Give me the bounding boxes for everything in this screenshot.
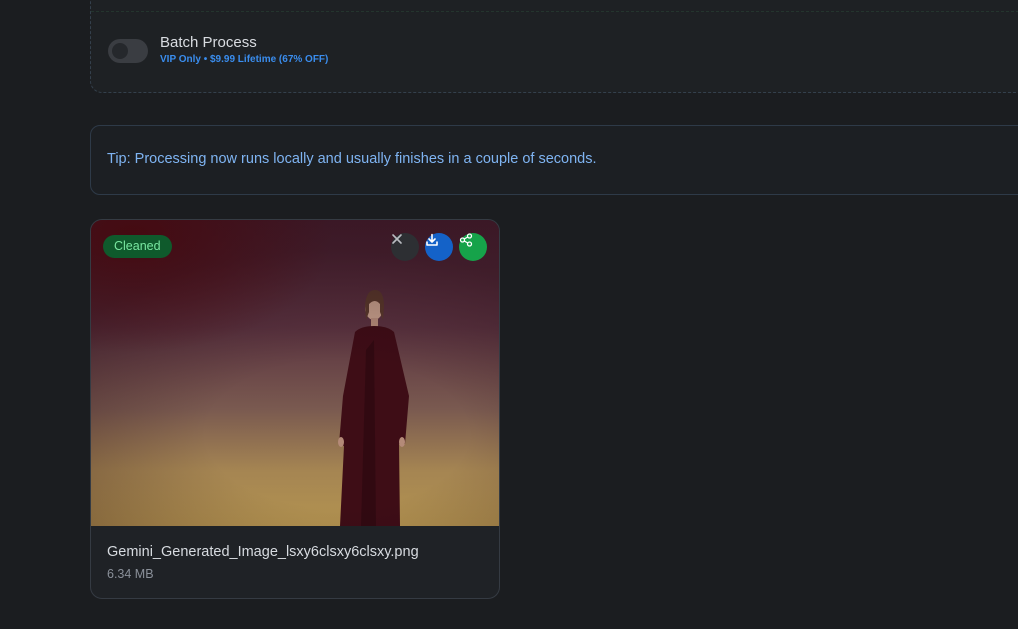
download-button[interactable] (425, 233, 453, 261)
file-size: 6.34 MB (107, 567, 154, 581)
image-vignette (91, 220, 499, 526)
remove-button[interactable] (391, 233, 419, 261)
batch-process-toggle[interactable] (108, 39, 148, 63)
status-badge: Cleaned (103, 235, 172, 258)
close-icon (392, 234, 402, 244)
share-button[interactable] (459, 233, 487, 261)
toggle-knob (112, 43, 128, 59)
tip-box: Tip: Processing now runs locally and usu… (90, 125, 1018, 195)
file-name: Gemini_Generated_Image_lsxy6clsxy6clsxy.… (107, 544, 419, 560)
batch-process-vip-note[interactable]: VIP Only • $9.99 Lifetime (67% OFF) (160, 54, 328, 65)
batch-process-label: Batch Process (160, 34, 257, 51)
image-preview[interactable]: Cleaned (91, 220, 499, 526)
divider (91, 11, 1018, 12)
result-card: Cleaned Gemini_Generated_Image_lsxy6clsx… (90, 219, 500, 599)
tip-text: Tip: Processing now runs locally and usu… (107, 151, 597, 167)
share-icon (459, 233, 473, 247)
download-icon (426, 233, 438, 246)
